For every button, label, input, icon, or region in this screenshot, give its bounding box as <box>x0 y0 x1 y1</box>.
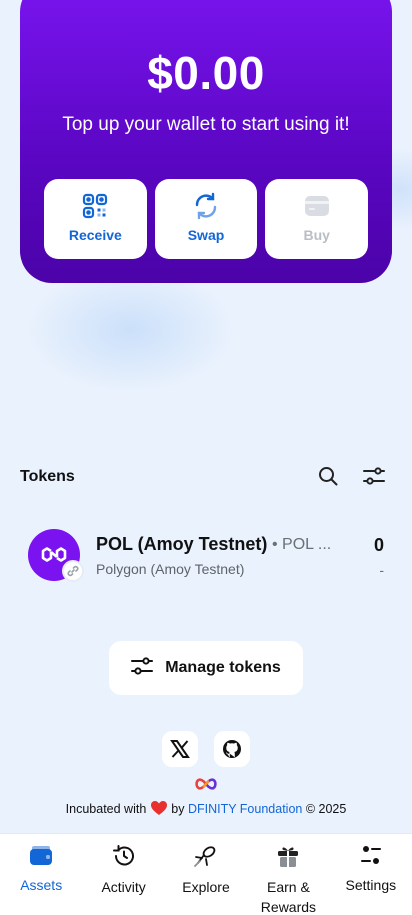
github-icon[interactable] <box>214 731 250 767</box>
balance-card: $0.00 Top up your wallet to start using … <box>20 0 392 283</box>
footer-by: by <box>171 802 185 816</box>
balance-amount: $0.00 <box>147 47 265 99</box>
buy-label: Buy <box>303 227 330 243</box>
sliders-icon <box>131 656 154 681</box>
buy-button[interactable]: Buy <box>265 179 369 259</box>
token-row-pol[interactable]: POL (Amoy Testnet) • POL ... Polygon (Am… <box>28 528 388 584</box>
nav-explore-label: Explore <box>182 879 230 895</box>
gift-icon <box>277 844 299 873</box>
swap-button[interactable]: Swap <box>154 179 258 259</box>
bottom-navigation: Assets Activity Explore Earn & Rewards S… <box>0 833 412 915</box>
swap-label: Swap <box>187 227 225 243</box>
link-icon <box>62 560 84 582</box>
token-name: POL (Amoy Testnet) <box>96 534 268 554</box>
hero-actions: Receive Swap Buy <box>44 179 369 259</box>
token-symbol: • POL ... <box>272 536 332 553</box>
explore-icon <box>193 844 219 873</box>
balance-subtitle: Top up your wallet to start using it! <box>62 114 350 135</box>
token-network: Polygon (Amoy Testnet) <box>96 561 245 577</box>
wallet-icon <box>29 844 53 871</box>
search-icon[interactable] <box>316 464 340 488</box>
nav-assets-label: Assets <box>20 877 63 893</box>
token-balance: 0 <box>373 535 384 555</box>
nav-assets[interactable]: Assets <box>0 834 82 915</box>
swap-icon <box>191 191 221 221</box>
settings-sliders-icon <box>360 844 382 871</box>
social-links <box>162 731 250 767</box>
tokens-toolbar <box>316 464 386 488</box>
nav-settings[interactable]: Settings <box>330 834 412 915</box>
nav-activity[interactable]: Activity <box>82 834 164 915</box>
card-icon <box>302 191 332 221</box>
qr-code-icon <box>80 191 110 221</box>
footer-copyright: © 2025 <box>305 802 347 816</box>
receive-label: Receive <box>68 227 122 243</box>
dfinity-link[interactable]: DFINITY Foundation <box>188 802 302 816</box>
tokens-heading: Tokens <box>20 468 75 485</box>
heart-icon <box>150 800 168 819</box>
dfinity-logo-icon <box>194 776 218 792</box>
nav-activity-label: Activity <box>101 879 146 895</box>
footer-prefix: Incubated with <box>65 802 147 816</box>
manage-tokens-label: Manage tokens <box>165 659 281 676</box>
nav-settings-label: Settings <box>345 877 397 893</box>
nav-earn-rewards[interactable]: Earn & Rewards <box>247 834 329 915</box>
history-icon <box>112 844 136 873</box>
receive-button[interactable]: Receive <box>44 179 147 259</box>
footer-credit: Incubated with by DFINITY Foundation © 2… <box>0 800 412 819</box>
nav-earn-rewards-label: Earn & Rewards <box>260 879 317 915</box>
manage-tokens-button[interactable]: Manage tokens <box>109 641 303 695</box>
filter-icon[interactable] <box>362 464 386 488</box>
nav-explore[interactable]: Explore <box>165 834 247 915</box>
token-usd-value: - <box>379 562 384 578</box>
x-icon[interactable] <box>162 731 198 767</box>
